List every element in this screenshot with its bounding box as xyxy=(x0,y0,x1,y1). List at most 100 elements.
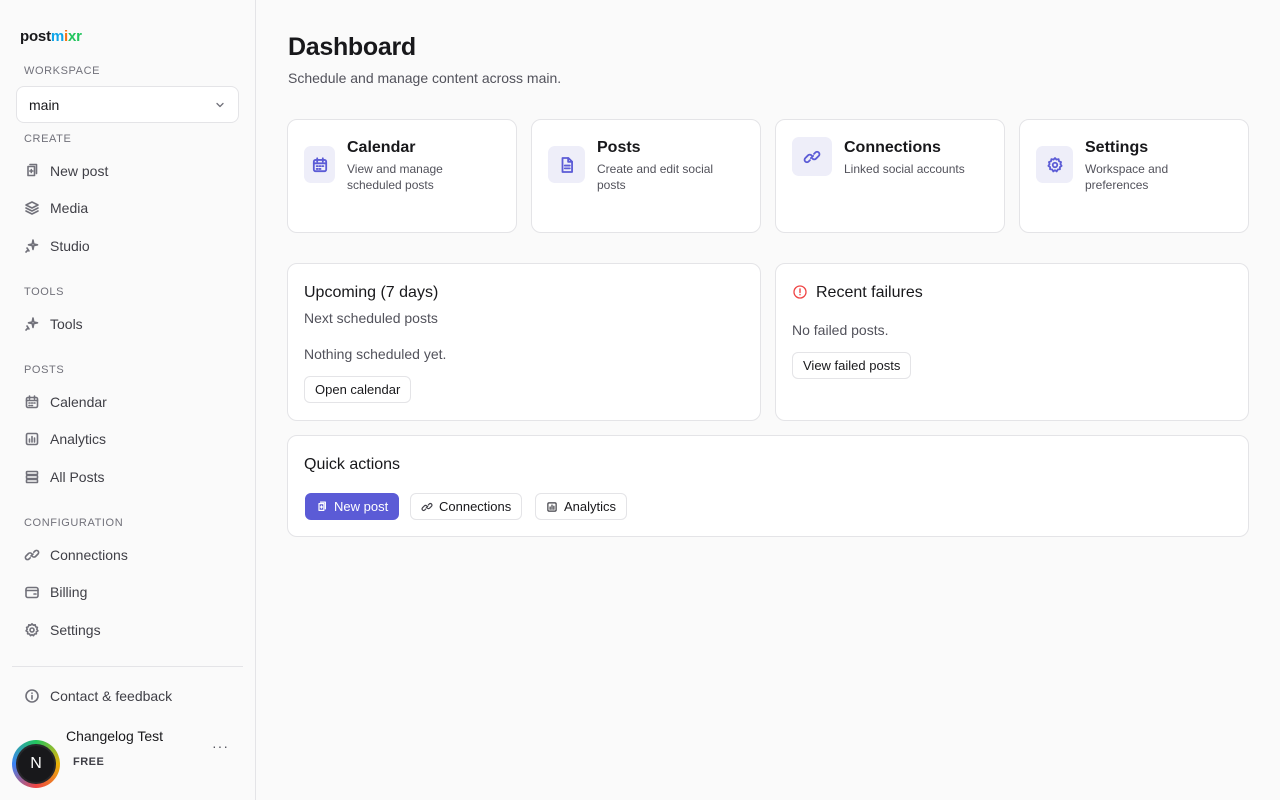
card-icon-box xyxy=(304,146,335,183)
sidebar: postmixr WORKSPACE main CREATE New post … xyxy=(0,0,256,800)
quick-actions-title: Quick actions xyxy=(304,456,401,473)
card-title: Posts xyxy=(597,139,641,156)
calendar-icon xyxy=(25,395,39,409)
card-description: Linked social accounts xyxy=(844,161,965,177)
sidebar-item-label: All Posts xyxy=(50,469,105,485)
posts-section-label: POSTS xyxy=(24,364,65,376)
card-description-line: Workspace and xyxy=(1085,162,1169,176)
link-icon xyxy=(803,150,821,163)
sidebar-item-label: Tools xyxy=(50,316,83,332)
upcoming-title: Upcoming (7 days) xyxy=(304,284,439,301)
plan-badge: FREE xyxy=(73,756,105,768)
card-description: Workspace and preferences xyxy=(1085,161,1168,193)
settings-card[interactable]: Settings Workspace and preferences xyxy=(1019,119,1249,233)
layers-icon xyxy=(25,201,39,215)
card-description: View and manage scheduled posts xyxy=(347,161,443,193)
card-description-line: Create and edit social xyxy=(597,162,714,176)
calendar-icon xyxy=(312,156,327,172)
workspace-section-label: WORKSPACE xyxy=(24,65,101,77)
quick-analytics-button[interactable]: Analytics xyxy=(535,493,628,520)
app-logo[interactable]: postmixr xyxy=(20,28,82,45)
sidebar-divider xyxy=(12,666,243,667)
info-icon xyxy=(25,689,39,703)
page-subtitle: Schedule and manage content across main. xyxy=(288,70,562,86)
logo-text-part: xr xyxy=(67,28,82,45)
card-description-line: View and manage xyxy=(347,162,443,176)
card-description-line: posts xyxy=(597,178,626,192)
new-post-icon xyxy=(27,163,38,177)
sparkle-icon xyxy=(25,317,39,331)
quick-new-post-button[interactable]: New post xyxy=(305,493,400,520)
list-icon xyxy=(25,470,39,484)
quick-actions-panel: Quick actions New post Connections Analy… xyxy=(287,435,1249,537)
quick-connections-button[interactable]: Connections xyxy=(410,493,523,520)
workspace-select[interactable]: main xyxy=(16,86,239,123)
button-label: New post xyxy=(334,499,389,514)
card-icon-box xyxy=(792,137,832,176)
posts-card[interactable]: Posts Create and edit social posts xyxy=(531,119,761,233)
sidebar-item-contact-feedback[interactable]: Contact & feedback xyxy=(16,679,240,713)
sidebar-item-label: Billing xyxy=(50,584,88,600)
link-icon xyxy=(24,549,40,561)
bar-chart-icon xyxy=(547,501,557,512)
sidebar-item-connections[interactable]: Connections xyxy=(16,538,240,572)
upcoming-subtitle: Next scheduled posts xyxy=(304,310,438,326)
page-title: Dashboard xyxy=(288,33,416,61)
sidebar-item-label: Media xyxy=(50,200,89,216)
upcoming-empty-text: Nothing scheduled yet. xyxy=(304,346,447,362)
failures-empty-text: No failed posts. xyxy=(792,322,889,338)
user-name: Changelog Test xyxy=(66,728,164,744)
card-title: Settings xyxy=(1085,139,1149,156)
sparkle-icon xyxy=(25,239,39,253)
link-icon xyxy=(421,502,433,511)
open-calendar-button[interactable]: Open calendar xyxy=(304,376,412,403)
document-icon xyxy=(561,156,573,173)
sidebar-item-label: Studio xyxy=(50,238,90,254)
card-icon-box xyxy=(548,146,585,183)
bar-chart-icon xyxy=(25,432,39,446)
tools-section-label: TOOLS xyxy=(24,286,65,298)
workspace-select-value: main xyxy=(29,96,60,113)
sidebar-item-new-post[interactable]: New post xyxy=(16,154,240,188)
logo-text-part: m xyxy=(50,28,65,45)
avatar[interactable]: N xyxy=(12,740,60,788)
sidebar-item-label: Contact & feedback xyxy=(50,688,173,704)
avatar-initial: N xyxy=(16,744,56,784)
sidebar-item-billing[interactable]: Billing xyxy=(16,575,240,609)
view-failed-posts-button[interactable]: View failed posts xyxy=(792,352,912,379)
chevron-down-icon xyxy=(216,102,224,107)
card-description-line: preferences xyxy=(1085,178,1149,192)
sidebar-item-media[interactable]: Media xyxy=(16,191,240,225)
connections-card[interactable]: Connections Linked social accounts xyxy=(775,119,1005,233)
card-description: Create and edit social posts xyxy=(597,161,713,193)
card-title: Calendar xyxy=(347,139,416,156)
recent-failures-title: Recent failures xyxy=(816,284,923,301)
sidebar-item-label: Calendar xyxy=(50,394,107,410)
logo-text-part: post xyxy=(20,28,51,45)
gear-icon xyxy=(25,623,39,637)
configuration-section-label: CONFIGURATION xyxy=(24,517,124,529)
sidebar-item-all-posts[interactable]: All Posts xyxy=(16,460,240,494)
card-title: Connections xyxy=(844,139,941,156)
sidebar-item-label: Analytics xyxy=(50,431,107,447)
sidebar-item-calendar[interactable]: Calendar xyxy=(16,385,240,419)
calendar-card[interactable]: Calendar View and manage scheduled posts xyxy=(287,119,517,233)
card-description-line: Linked social accounts xyxy=(844,162,965,176)
button-label: Analytics xyxy=(564,499,617,514)
user-menu[interactable]: N Changelog Test FREE ··· xyxy=(12,724,244,788)
card-icon-box xyxy=(1036,146,1073,183)
sidebar-item-label: Connections xyxy=(50,547,128,563)
more-options-button[interactable]: ··· xyxy=(212,738,229,754)
sidebar-item-settings[interactable]: Settings xyxy=(16,613,240,647)
card-description-line: scheduled posts xyxy=(347,178,434,192)
sidebar-item-studio[interactable]: Studio xyxy=(16,229,240,263)
sidebar-item-analytics[interactable]: Analytics xyxy=(16,422,240,456)
sidebar-item-label: New post xyxy=(50,163,109,179)
sidebar-item-tools[interactable]: Tools xyxy=(16,307,240,341)
wallet-icon xyxy=(25,586,39,599)
upcoming-panel: Upcoming (7 days) Next scheduled posts N… xyxy=(287,263,761,421)
alert-icon xyxy=(793,285,807,299)
new-post-icon xyxy=(318,501,326,511)
button-label: Connections xyxy=(439,499,512,514)
create-section-label: CREATE xyxy=(24,133,72,145)
